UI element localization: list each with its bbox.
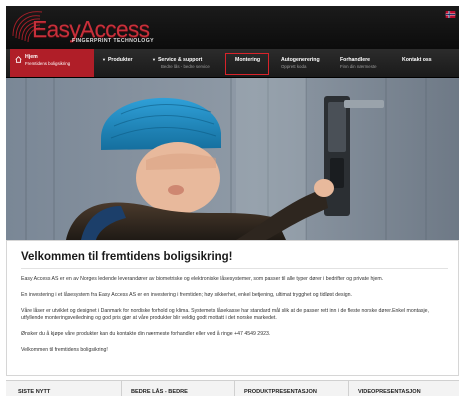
easyaccess-logo[interactable]: EasyAccess FINGERPRINT TECHNOLOGY xyxy=(10,8,170,48)
nav-produkter-title: Produkter xyxy=(107,57,133,63)
column-heading-produktpresentasjon[interactable]: PRODUKTPRESENTASJON xyxy=(244,389,317,395)
column-divider xyxy=(121,381,122,396)
nav-item-kontakt-oss[interactable]: Kontakt oss xyxy=(402,49,432,77)
nav-item-forhandlere[interactable]: Forhandlere Finn din nærmeste xyxy=(340,49,377,77)
nav-item-autogenerering[interactable]: Autogenerering Opprett koda xyxy=(281,49,320,77)
nav-autogenerering-subtitle: Opprett koda xyxy=(281,64,307,69)
column-divider xyxy=(348,381,349,396)
nav-kontakt-title: Kontakt oss xyxy=(402,57,432,63)
column-divider xyxy=(234,381,235,396)
welcome-paragraph-1: Easy Access AS er en av Norges ledende l… xyxy=(21,276,384,282)
nav-home-subtitle: Fremtidens boligsikring xyxy=(25,61,71,66)
title-divider xyxy=(21,268,448,269)
norway-flag-icon[interactable] xyxy=(445,11,456,18)
welcome-section: Velkommen til fremtidens boligsikring! E… xyxy=(6,240,459,376)
nav-forhandlere-subtitle: Finn din nærmeste xyxy=(340,64,377,69)
logo-tagline: FINGERPRINT TECHNOLOGY xyxy=(72,38,155,44)
site-header: EasyAccess FINGERPRINT TECHNOLOGY xyxy=(6,6,459,49)
column-heading-siste-nytt[interactable]: SISTE NYTT xyxy=(18,389,50,395)
nav-service-subtitle: Bedre lås - bedre service xyxy=(161,64,210,69)
nav-item-produkter[interactable]: ▼ Produkter xyxy=(102,49,132,77)
nav-item-service-support[interactable]: ▼ Service & support Bedre lås - bedre ser… xyxy=(152,49,210,77)
nav-forhandlere-title: Forhandlere xyxy=(340,57,370,63)
welcome-paragraph-2: En investering i et låsesystem fra Easy … xyxy=(21,292,353,298)
nav-home-title: Hjem xyxy=(25,54,38,60)
nav-autogenerering-title: Autogenerering xyxy=(281,57,320,63)
nav-item-home[interactable]: Hjem Fremtidens boligsikring xyxy=(10,49,94,77)
hero-image xyxy=(6,78,459,240)
footer-columns: SISTE NYTT BEDRE LÅS - BEDRE PRODUKTPRES… xyxy=(6,380,459,396)
welcome-paragraph-5: Velkommen til fremtidens boligsikring! xyxy=(21,347,108,353)
chevron-down-icon: ▼ xyxy=(102,57,106,62)
welcome-paragraph-4: Ønsker du å kjøpe våre produkter kan du … xyxy=(21,331,271,337)
nav-service-title: Service & support xyxy=(157,57,203,63)
welcome-title: Velkommen til fremtidens boligsikring! xyxy=(21,251,233,263)
hero-photo-child-fingerprint-lock xyxy=(6,78,459,240)
welcome-paragraph-3: Våre låser er utviklet og designet i Dan… xyxy=(21,308,429,321)
column-heading-bedre-las[interactable]: BEDRE LÅS - BEDRE xyxy=(131,389,188,395)
column-heading-videopresentasjon[interactable]: VIDEOPRESENTASJON xyxy=(358,389,421,395)
chevron-down-icon: ▼ xyxy=(152,57,156,62)
montering-highlight-box xyxy=(225,53,269,75)
home-icon xyxy=(15,56,22,63)
